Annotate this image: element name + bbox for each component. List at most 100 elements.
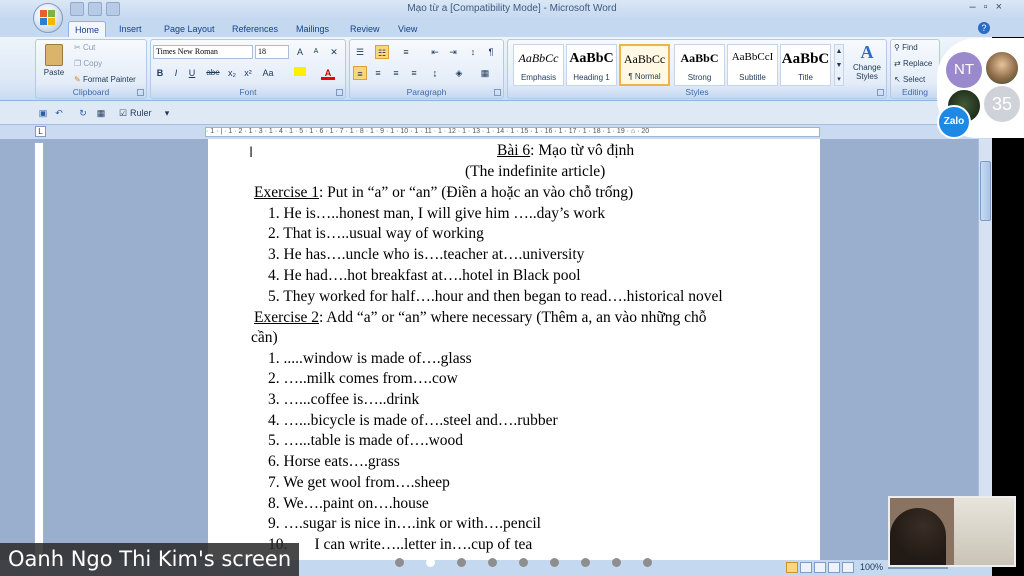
- paragraph-launcher-icon[interactable]: [494, 89, 501, 96]
- align-right-icon[interactable]: ≡: [389, 66, 403, 80]
- shading-icon[interactable]: ◈: [452, 66, 466, 80]
- zoom-level[interactable]: 100%: [860, 562, 883, 572]
- page-dot[interactable]: [643, 558, 652, 567]
- grow-font-icon[interactable]: A: [293, 45, 307, 59]
- outline-icon[interactable]: [828, 562, 840, 573]
- font-launcher-icon[interactable]: [336, 89, 343, 96]
- cut-button[interactable]: ✂ Cut: [74, 43, 95, 52]
- style-emphasis[interactable]: AaBbCc Emphasis: [513, 44, 564, 86]
- paste-button[interactable]: Paste: [40, 42, 68, 84]
- page-dot[interactable]: [550, 558, 559, 567]
- binoculars-icon: ⚲: [894, 43, 900, 52]
- underline-button[interactable]: U: [185, 66, 199, 80]
- customize-toolbar-icon[interactable]: ▾: [160, 106, 174, 120]
- highlight-icon[interactable]: [293, 66, 307, 80]
- scrollbar-thumb[interactable]: [980, 161, 991, 221]
- style-normal-name: ¶ Normal: [628, 72, 661, 81]
- page-dot[interactable]: [457, 558, 466, 567]
- tab-mailings[interactable]: Mailings: [290, 21, 335, 37]
- tab-references[interactable]: References: [226, 21, 284, 37]
- font-color-icon[interactable]: A: [321, 66, 335, 80]
- page-dot[interactable]: [519, 558, 528, 567]
- increase-indent-icon[interactable]: ⇥: [446, 45, 460, 59]
- page-dot-active[interactable]: [426, 558, 435, 567]
- sort-icon[interactable]: ↕: [466, 45, 480, 59]
- ruler-toggle-icon[interactable]: L: [35, 126, 46, 137]
- tab-home[interactable]: Home: [68, 21, 107, 37]
- decrease-indent-icon[interactable]: ⇤: [428, 45, 442, 59]
- bold-button[interactable]: B: [153, 66, 167, 80]
- zoom-slider[interactable]: [888, 567, 948, 569]
- strikethrough-button[interactable]: abe: [203, 66, 223, 80]
- title-rest: : Mạo từ vô định: [530, 142, 635, 159]
- page-dot[interactable]: [395, 558, 404, 567]
- bullets-icon[interactable]: ☰: [353, 45, 367, 59]
- subscript-button[interactable]: x₂: [225, 66, 239, 80]
- style-subtitle[interactable]: AaBbCcI Subtitle: [727, 44, 778, 86]
- ruler-checkbox-icon[interactable]: ☑: [116, 106, 130, 120]
- print-layout-icon[interactable]: [786, 562, 798, 573]
- borders-icon[interactable]: ▦: [478, 66, 492, 80]
- format-painter-button[interactable]: ✎ Format Painter: [74, 75, 136, 84]
- style-title[interactable]: AaBbC Title: [780, 44, 831, 86]
- undo-icon[interactable]: ↶: [52, 106, 66, 120]
- table-icon[interactable]: ▦: [94, 106, 108, 120]
- style-normal[interactable]: AaBbCc ¶ Normal: [619, 44, 670, 86]
- tab-page-layout[interactable]: Page Layout: [158, 21, 221, 37]
- document-page[interactable]: I Bài 6: Mạo từ vô định (The indefinite …: [208, 139, 820, 576]
- italic-button[interactable]: I: [169, 66, 183, 80]
- shrink-font-icon[interactable]: A: [309, 45, 323, 59]
- close-button[interactable]: ×: [996, 1, 1002, 13]
- window-title: Mạo từ a [Compatibility Mode] - Microsof…: [407, 3, 617, 14]
- office-button[interactable]: [33, 3, 63, 33]
- web-layout-icon[interactable]: [814, 562, 826, 573]
- page-dot[interactable]: [612, 558, 621, 567]
- zalo-icon[interactable]: Zalo: [937, 105, 971, 139]
- replace-button[interactable]: ⇄ Replace: [894, 59, 932, 68]
- camera-thumbnail[interactable]: [888, 496, 1016, 567]
- help-icon[interactable]: ?: [978, 22, 990, 34]
- tab-review[interactable]: Review: [344, 21, 386, 37]
- tab-insert[interactable]: Insert: [113, 21, 148, 37]
- participant-count[interactable]: 35: [984, 86, 1020, 122]
- redo-icon[interactable]: ↻: [76, 106, 90, 120]
- page-dot[interactable]: [581, 558, 590, 567]
- numbering-icon[interactable]: ☷: [375, 45, 389, 59]
- style-emphasis-name: Emphasis: [520, 73, 557, 82]
- align-center-icon[interactable]: ≡: [371, 66, 385, 80]
- clear-format-icon[interactable]: ✕: [327, 45, 341, 59]
- styles-launcher-icon[interactable]: [877, 89, 884, 96]
- save-icon[interactable]: ▣: [36, 106, 50, 120]
- page-dot[interactable]: [488, 558, 497, 567]
- style-heading-1[interactable]: AaBbC Heading 1: [566, 44, 617, 86]
- show-marks-icon[interactable]: ¶: [484, 45, 498, 59]
- style-heading-1-name: Heading 1: [573, 73, 610, 82]
- style-strong[interactable]: AaBbC Strong: [674, 44, 725, 86]
- avatar[interactable]: NT: [946, 52, 982, 88]
- change-case-button[interactable]: Aa: [259, 66, 277, 80]
- avatar[interactable]: [984, 50, 1020, 86]
- document-subtitle: (The indefinite article): [465, 163, 606, 180]
- paste-label: Paste: [43, 68, 65, 77]
- copy-button[interactable]: ❐ Copy: [74, 59, 102, 68]
- justify-icon[interactable]: ≡: [407, 66, 421, 80]
- clipboard-launcher-icon[interactable]: [137, 89, 144, 96]
- align-left-icon[interactable]: ≡: [353, 66, 367, 80]
- find-button[interactable]: ⚲ Find: [894, 43, 918, 52]
- line-spacing-icon[interactable]: ↨: [428, 66, 442, 80]
- multilevel-list-icon[interactable]: ≡: [399, 45, 413, 59]
- change-styles-button[interactable]: A Change Styles: [848, 42, 886, 88]
- select-button[interactable]: ↖ Select: [894, 75, 925, 84]
- maximize-button[interactable]: ▫: [984, 1, 988, 13]
- tab-view[interactable]: View: [392, 21, 423, 37]
- font-size-select[interactable]: 18: [255, 45, 289, 59]
- minimize-button[interactable]: –: [970, 1, 976, 13]
- list-item: 3. He has….uncle who is….teacher at….uni…: [268, 246, 585, 263]
- style-subtitle-name: Subtitle: [739, 73, 766, 82]
- styles-scroll[interactable]: ▲ ▼ ▾: [834, 44, 844, 86]
- full-screen-icon[interactable]: [800, 562, 812, 573]
- superscript-button[interactable]: x²: [241, 66, 255, 80]
- horizontal-ruler[interactable]: · 1 · | · 1 · 2 · 1 · 3 · 1 · 4 · 1 · 5 …: [205, 127, 820, 137]
- font-family-select[interactable]: Times New Roman: [153, 45, 253, 59]
- draft-icon[interactable]: [842, 562, 854, 573]
